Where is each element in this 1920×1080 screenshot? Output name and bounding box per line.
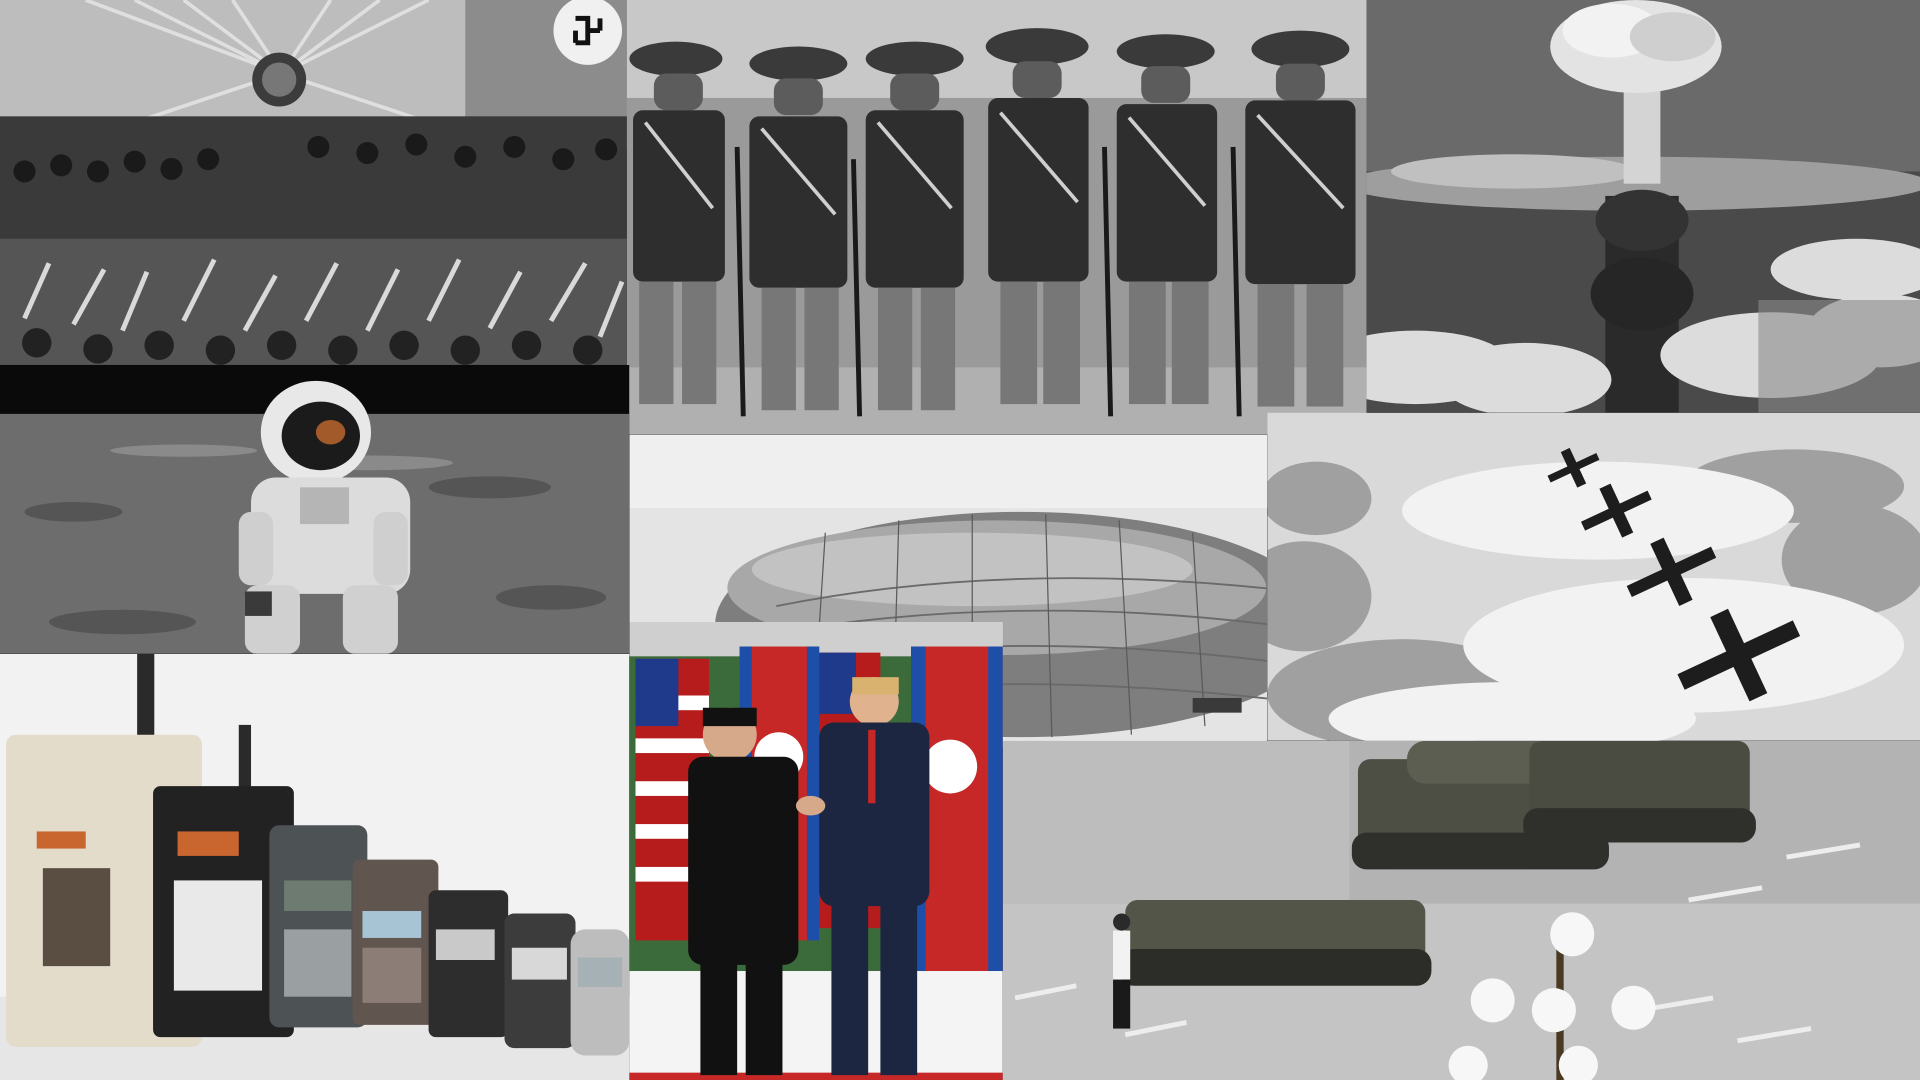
revolutionaries-image — [626, 0, 1367, 435]
mushroom-cloud-image — [1366, 0, 1920, 413]
collage-canvas — [0, 0, 1920, 1080]
moon-landing-image — [0, 364, 630, 654]
mobile-phones-panel — [0, 653, 630, 1080]
tank-man-panel — [1002, 740, 1920, 1080]
summit-handshake-panel — [629, 622, 1003, 1080]
bombers-image — [1267, 412, 1920, 741]
rally-image — [0, 0, 627, 365]
rally-panel — [0, 0, 627, 365]
mushroom-cloud-panel — [1366, 0, 1920, 413]
moon-landing-panel — [0, 364, 630, 654]
bombers-panel — [1267, 412, 1920, 741]
revolutionaries-panel — [626, 0, 1367, 435]
summit-handshake-image — [629, 622, 1003, 1080]
mobile-phones-image — [0, 653, 630, 1080]
tank-man-image — [1002, 740, 1920, 1080]
